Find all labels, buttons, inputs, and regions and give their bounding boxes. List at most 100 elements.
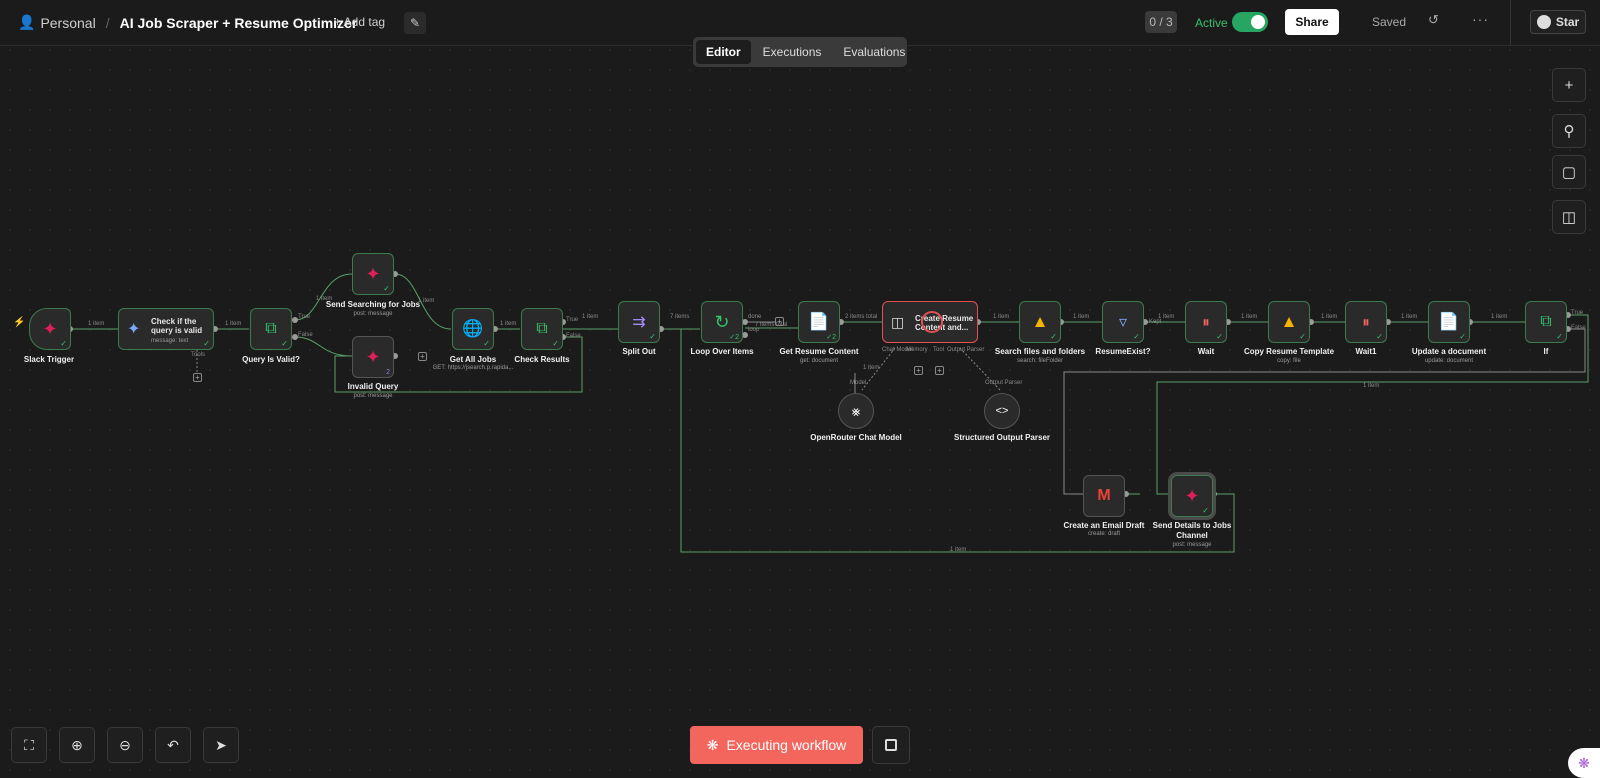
node-loop-over-items[interactable]: ↻ ✓2 (701, 301, 743, 343)
google-docs-icon: 📄 (1438, 312, 1460, 331)
node-get-resume-content[interactable]: 📄 ✓2 (798, 301, 840, 343)
node-email-draft[interactable]: M (1083, 475, 1125, 517)
if-icon: ⧉ (1540, 313, 1552, 330)
undo-icon[interactable]: ↶ (155, 727, 191, 763)
node-subtitle: GET: https://jsearch.p.rapida... (432, 365, 514, 371)
port-label: False (1571, 325, 1586, 331)
node-get-all-jobs[interactable]: 🌐 ✓ (452, 308, 494, 350)
node-wait1[interactable]: ⏸ ✓ (1345, 301, 1387, 343)
port-label: Memory (906, 347, 928, 353)
gmail-icon: M (1097, 487, 1111, 504)
node-resume-exist[interactable]: ▿ ✓ (1102, 301, 1144, 343)
zoom-out-icon[interactable]: ⊖ (107, 727, 143, 763)
filter-icon: ▿ (1118, 314, 1128, 331)
node-subtitle: copy: file (1277, 358, 1301, 364)
node-subtitle: post: message (1172, 542, 1212, 548)
node-if[interactable]: ⧉ ✓ (1525, 301, 1567, 343)
port-label: Tool (933, 347, 945, 353)
edge-label: 1 item (1321, 314, 1338, 320)
gemini-icon: ✦ (127, 321, 141, 338)
zoom-in-icon[interactable]: ⊕ (59, 727, 95, 763)
search-icon[interactable]: ⚲ (1552, 114, 1586, 148)
fit-view-icon[interactable]: ⛶ (11, 727, 47, 763)
success-check-icon: ✓ (1556, 332, 1563, 341)
cursor-icon[interactable]: ➤ (203, 727, 239, 763)
node-label: Check Results (514, 355, 570, 364)
success-check-icon: ✓ (483, 339, 490, 348)
port-label: False (566, 333, 581, 339)
node-label: Update a document (1411, 347, 1487, 356)
edge-label: 1 item (225, 321, 242, 327)
split-icon: ⇉ (632, 314, 646, 331)
slack-icon: ✦ (42, 318, 58, 339)
edge-label: 1 item (863, 365, 880, 371)
spinner-icon (921, 311, 943, 333)
item-count-badge: 2 (386, 369, 390, 376)
executing-workflow-button[interactable]: ❋ Executing workflow (690, 726, 863, 764)
node-subtitle: get: document (799, 358, 839, 364)
node-openrouter-chat-model[interactable]: ⨳ (838, 393, 874, 429)
success-check-icon: ✓ (1216, 332, 1223, 341)
port-label: True (1571, 310, 1584, 316)
code-icon: <> (995, 405, 1009, 417)
port-label: Output Parser (985, 380, 1023, 386)
node-wait[interactable]: ⏸ ✓ (1185, 301, 1227, 343)
stop-execution-button[interactable] (872, 726, 910, 764)
port-label: Output Parser (947, 347, 985, 353)
node-split-out[interactable]: ⇉ ✓ (618, 301, 660, 343)
edge-label: 1 item (582, 314, 599, 320)
success-check-icon: ✓ (1133, 332, 1140, 341)
success-check-icon: ✓ (203, 339, 210, 348)
slack-icon: ✦ (1184, 485, 1200, 506)
if-icon: ⧉ (536, 320, 548, 337)
slack-icon: ✦ (365, 346, 381, 367)
edge-label: 1 item (950, 547, 967, 553)
sticky-note-icon[interactable]: ▢ (1552, 155, 1586, 189)
node-send-searching[interactable]: ✦ ✓ (352, 253, 394, 295)
edge-label: 1 item (993, 314, 1010, 320)
add-node-plus-icon[interactable]: + (1552, 68, 1586, 102)
edge-label: 1 item (500, 321, 517, 327)
node-subtitle: search: fileFolder (1016, 358, 1064, 364)
loop-icon: ↻ (714, 311, 730, 332)
edge-label: 7 items total (755, 322, 788, 328)
node-label: Structured Output Parser (953, 433, 1050, 442)
add-tool-button[interactable]: + (193, 373, 202, 382)
node-label: Send Searching for Jobs (325, 300, 421, 309)
success-check-icon: ✓ (1459, 332, 1466, 341)
node-search-files[interactable]: ▲ ✓ (1019, 301, 1061, 343)
pause-icon: ⏸ (1202, 313, 1210, 331)
node-structured-output-parser[interactable]: <> (984, 393, 1020, 429)
stop-icon (885, 739, 897, 751)
node-copy-resume-template[interactable]: ▲ ✓ (1268, 301, 1310, 343)
openrouter-icon: ⨳ (851, 402, 861, 419)
success-check-icon: ✓ (1050, 332, 1057, 341)
node-subtitle: post: message (353, 393, 393, 399)
add-tool-button[interactable]: + (935, 366, 944, 375)
globe-icon: 🌐 (462, 319, 484, 338)
node-query-valid[interactable]: ⧉ ✓ (250, 308, 292, 350)
panel-icon[interactable]: ◫ (1552, 200, 1586, 234)
node-label: Query Is Valid? (242, 355, 300, 364)
port-label: done (748, 314, 762, 320)
node-check-query[interactable]: ✦ Check if the query is valid message: t… (118, 308, 214, 350)
node-invalid-query[interactable]: ✦ 2 (352, 336, 394, 378)
port-label: True (566, 317, 579, 323)
node-subtitle: post: message (353, 311, 393, 317)
node-slack-trigger[interactable]: ✦ ✓ (29, 308, 71, 350)
node-create-resume-content[interactable]: ◫ Create Resume Content and... (882, 301, 978, 343)
node-check-results[interactable]: ⧉ ✓ (521, 308, 563, 350)
node-update-document[interactable]: 📄 ✓ (1428, 301, 1470, 343)
node-subtitle: update: document (1424, 358, 1474, 364)
success-check-icon: ✓ (1299, 332, 1306, 341)
edge-label: 1 item (1401, 314, 1418, 320)
node-send-details[interactable]: ✦ ✓ (1171, 475, 1213, 517)
port-label: Tools (191, 352, 206, 358)
edge-label: 1 item (316, 296, 333, 302)
assistant-icon[interactable]: ❋ (1568, 748, 1600, 778)
success-check-icon: ✓ (1376, 332, 1383, 341)
add-memory-button[interactable]: + (914, 366, 923, 375)
edge-label: 2 items total (845, 314, 878, 320)
port-label: False (298, 332, 313, 338)
success-check-icon: ✓ (383, 284, 390, 293)
